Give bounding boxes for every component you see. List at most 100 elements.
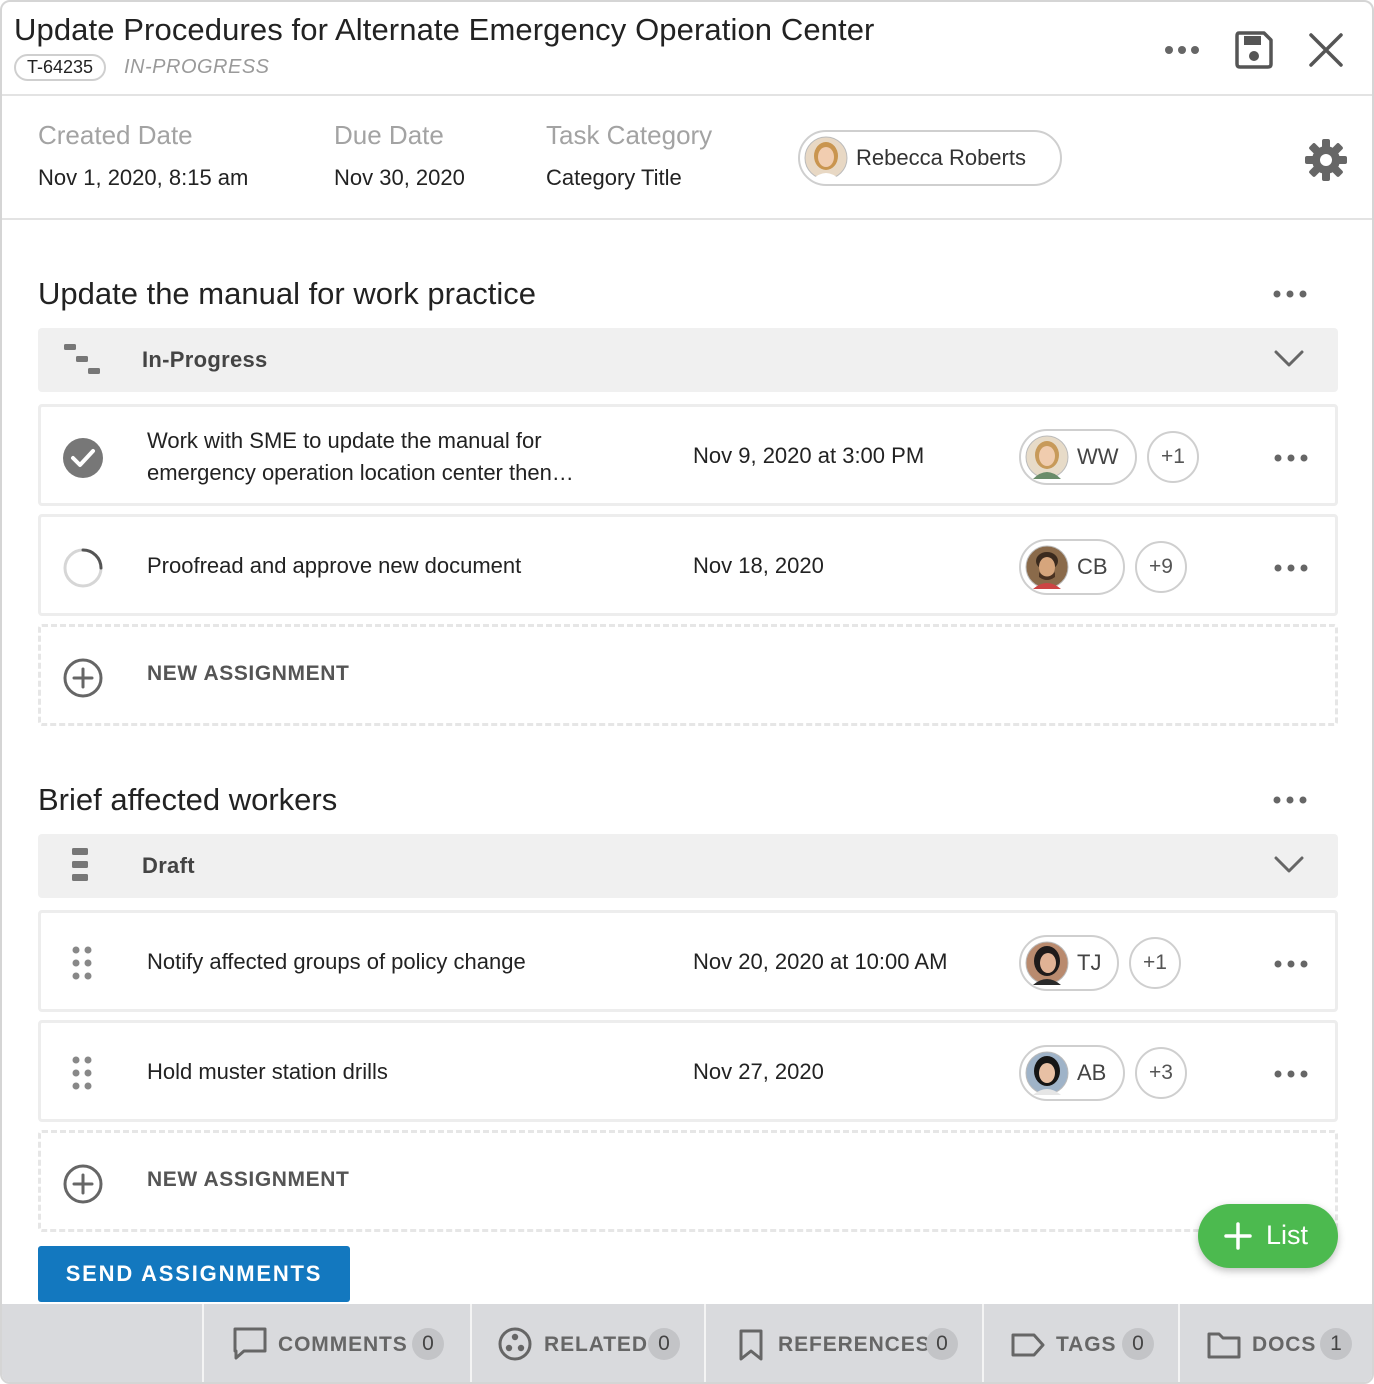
- tab-tags[interactable]: TAGS 0: [982, 1304, 1178, 1382]
- tab-count-badge: 0: [926, 1328, 958, 1360]
- tab-label: TAGS: [1056, 1333, 1117, 1356]
- bookmark-icon: [738, 1328, 764, 1362]
- assignment-text: Proofread and approve new document: [147, 553, 522, 578]
- add-circle-icon: [62, 1163, 104, 1205]
- created-date: Created Date Nov 1, 2020, 8:15 am: [38, 120, 248, 191]
- task-meta: Created Date Nov 1, 2020, 8:15 am Due Da…: [2, 96, 1372, 220]
- avatar: [1025, 1051, 1069, 1095]
- plus-icon: [1224, 1222, 1252, 1250]
- tab-count-badge: 0: [1122, 1328, 1154, 1360]
- tab-count-badge: 0: [412, 1328, 444, 1360]
- row-more-icon[interactable]: [1273, 1067, 1309, 1081]
- avatar: [1025, 435, 1069, 479]
- task-title: Update Procedures for Alternate Emergenc…: [14, 12, 875, 47]
- task-header: Update Procedures for Alternate Emergenc…: [2, 2, 1372, 96]
- due-date: Due Date Nov 30, 2020: [334, 120, 465, 191]
- task-window: Update Procedures for Alternate Emergenc…: [0, 0, 1374, 1384]
- assignee-initials: TJ: [1077, 950, 1102, 975]
- avatar: [1025, 941, 1069, 985]
- assignee-chip[interactable]: WW: [1019, 429, 1137, 485]
- assignee-chip[interactable]: CB: [1019, 539, 1125, 595]
- assignment-text: Hold muster station drills: [147, 1059, 388, 1084]
- owner-name: Rebecca Roberts: [856, 145, 1026, 170]
- tab-label: COMMENTS: [278, 1333, 408, 1356]
- tag-icon: [1010, 1332, 1046, 1358]
- section-status-label: Draft: [142, 853, 195, 878]
- task-id-badge: T-64235: [14, 54, 107, 81]
- more-icon[interactable]: [1164, 40, 1200, 60]
- section-more-icon[interactable]: [1272, 286, 1308, 302]
- assignment-date: Nov 20, 2020 at 10:00 AM: [693, 949, 948, 974]
- due-date-value: Nov 30, 2020: [334, 165, 465, 190]
- assignment-row[interactable]: Hold muster station drills Nov 27, 2020 …: [38, 1020, 1338, 1122]
- add-list-button[interactable]: List: [1198, 1204, 1338, 1268]
- assignee-chip[interactable]: AB: [1019, 1045, 1125, 1101]
- save-icon[interactable]: [1234, 30, 1274, 70]
- created-date-label: Created Date: [38, 120, 193, 150]
- footer-tabs: COMMENTS 0 RELATED 0 REFERENCES 0 TAGS 0: [2, 1304, 1372, 1382]
- gear-icon[interactable]: [1304, 138, 1348, 182]
- avatar: [804, 136, 848, 180]
- drag-handle-icon[interactable]: [71, 945, 95, 981]
- more-assignees-badge[interactable]: +9: [1135, 541, 1187, 593]
- section-title: Brief affected workers: [38, 782, 338, 817]
- tab-count-badge: 1: [1320, 1328, 1352, 1360]
- progress-spinner-icon[interactable]: [62, 547, 104, 589]
- assignment-text: Notify affected groups of policy change: [147, 949, 526, 974]
- comment-icon: [232, 1326, 268, 1362]
- new-assignment-label: NEW ASSIGNMENT: [147, 1168, 350, 1191]
- tab-label: DOCS: [1252, 1333, 1317, 1356]
- section-status-dropdown[interactable]: Draft: [38, 834, 1338, 898]
- assignment-date: Nov 27, 2020: [693, 1059, 824, 1084]
- assignment-date: Nov 9, 2020 at 3:00 PM: [693, 443, 925, 468]
- tab-related[interactable]: RELATED 0: [470, 1304, 704, 1382]
- section-title: Update the manual for work practice: [38, 276, 536, 311]
- in-progress-status-icon: [64, 344, 102, 378]
- assignee-initials: WW: [1077, 444, 1119, 469]
- task-category: Task Category Category Title: [546, 120, 712, 191]
- tab-label: REFERENCES: [778, 1333, 931, 1356]
- check-circle-icon[interactable]: [62, 437, 104, 479]
- section-status-dropdown[interactable]: In-Progress: [38, 328, 1338, 392]
- row-more-icon[interactable]: [1273, 451, 1309, 465]
- section-status-label: In-Progress: [142, 347, 268, 372]
- more-assignees-badge[interactable]: +1: [1129, 937, 1181, 989]
- folder-icon: [1206, 1330, 1242, 1360]
- more-assignees-badge[interactable]: +3: [1135, 1047, 1187, 1099]
- row-more-icon[interactable]: [1273, 561, 1309, 575]
- chevron-down-icon: [1274, 856, 1304, 874]
- tab-label: RELATED: [544, 1333, 648, 1356]
- assignment-text: Work with SME to update the manual for e…: [147, 428, 574, 485]
- add-circle-icon: [62, 657, 104, 699]
- avatar: [1025, 545, 1069, 589]
- section-more-icon[interactable]: [1272, 792, 1308, 808]
- new-assignment-label: NEW ASSIGNMENT: [147, 662, 350, 685]
- add-list-label: List: [1266, 1220, 1309, 1250]
- tab-references[interactable]: REFERENCES 0: [704, 1304, 982, 1382]
- task-category-value: Category Title: [546, 165, 682, 190]
- new-assignment-button[interactable]: NEW ASSIGNMENT: [38, 624, 1338, 726]
- created-date-value: Nov 1, 2020, 8:15 am: [38, 165, 249, 190]
- tab-count-badge: 0: [648, 1328, 680, 1360]
- assignment-row[interactable]: Work with SME to update the manual for e…: [38, 404, 1338, 506]
- assignee-initials: CB: [1077, 554, 1108, 579]
- tab-docs[interactable]: DOCS 1: [1178, 1304, 1372, 1382]
- assignment-row[interactable]: Notify affected groups of policy change …: [38, 910, 1338, 1012]
- assignment-row[interactable]: Proofread and approve new document Nov 1…: [38, 514, 1338, 616]
- more-assignees-badge[interactable]: +1: [1147, 431, 1199, 483]
- new-assignment-button[interactable]: NEW ASSIGNMENT: [38, 1130, 1338, 1232]
- task-category-label: Task Category: [546, 120, 713, 150]
- close-icon[interactable]: [1308, 32, 1344, 68]
- tab-comments[interactable]: COMMENTS 0: [202, 1304, 470, 1382]
- drag-handle-icon[interactable]: [71, 1055, 95, 1091]
- chevron-down-icon: [1274, 350, 1304, 368]
- draft-status-icon: [72, 848, 90, 884]
- owner-chip[interactable]: Rebecca Roberts: [798, 130, 1062, 186]
- due-date-label: Due Date: [334, 120, 444, 150]
- assignment-date: Nov 18, 2020: [693, 553, 824, 578]
- row-more-icon[interactable]: [1273, 957, 1309, 971]
- related-icon: [498, 1327, 532, 1361]
- send-assignments-button[interactable]: SEND ASSIGNMENTS: [38, 1246, 350, 1302]
- assignee-initials: AB: [1077, 1060, 1107, 1085]
- assignee-chip[interactable]: TJ: [1019, 935, 1119, 991]
